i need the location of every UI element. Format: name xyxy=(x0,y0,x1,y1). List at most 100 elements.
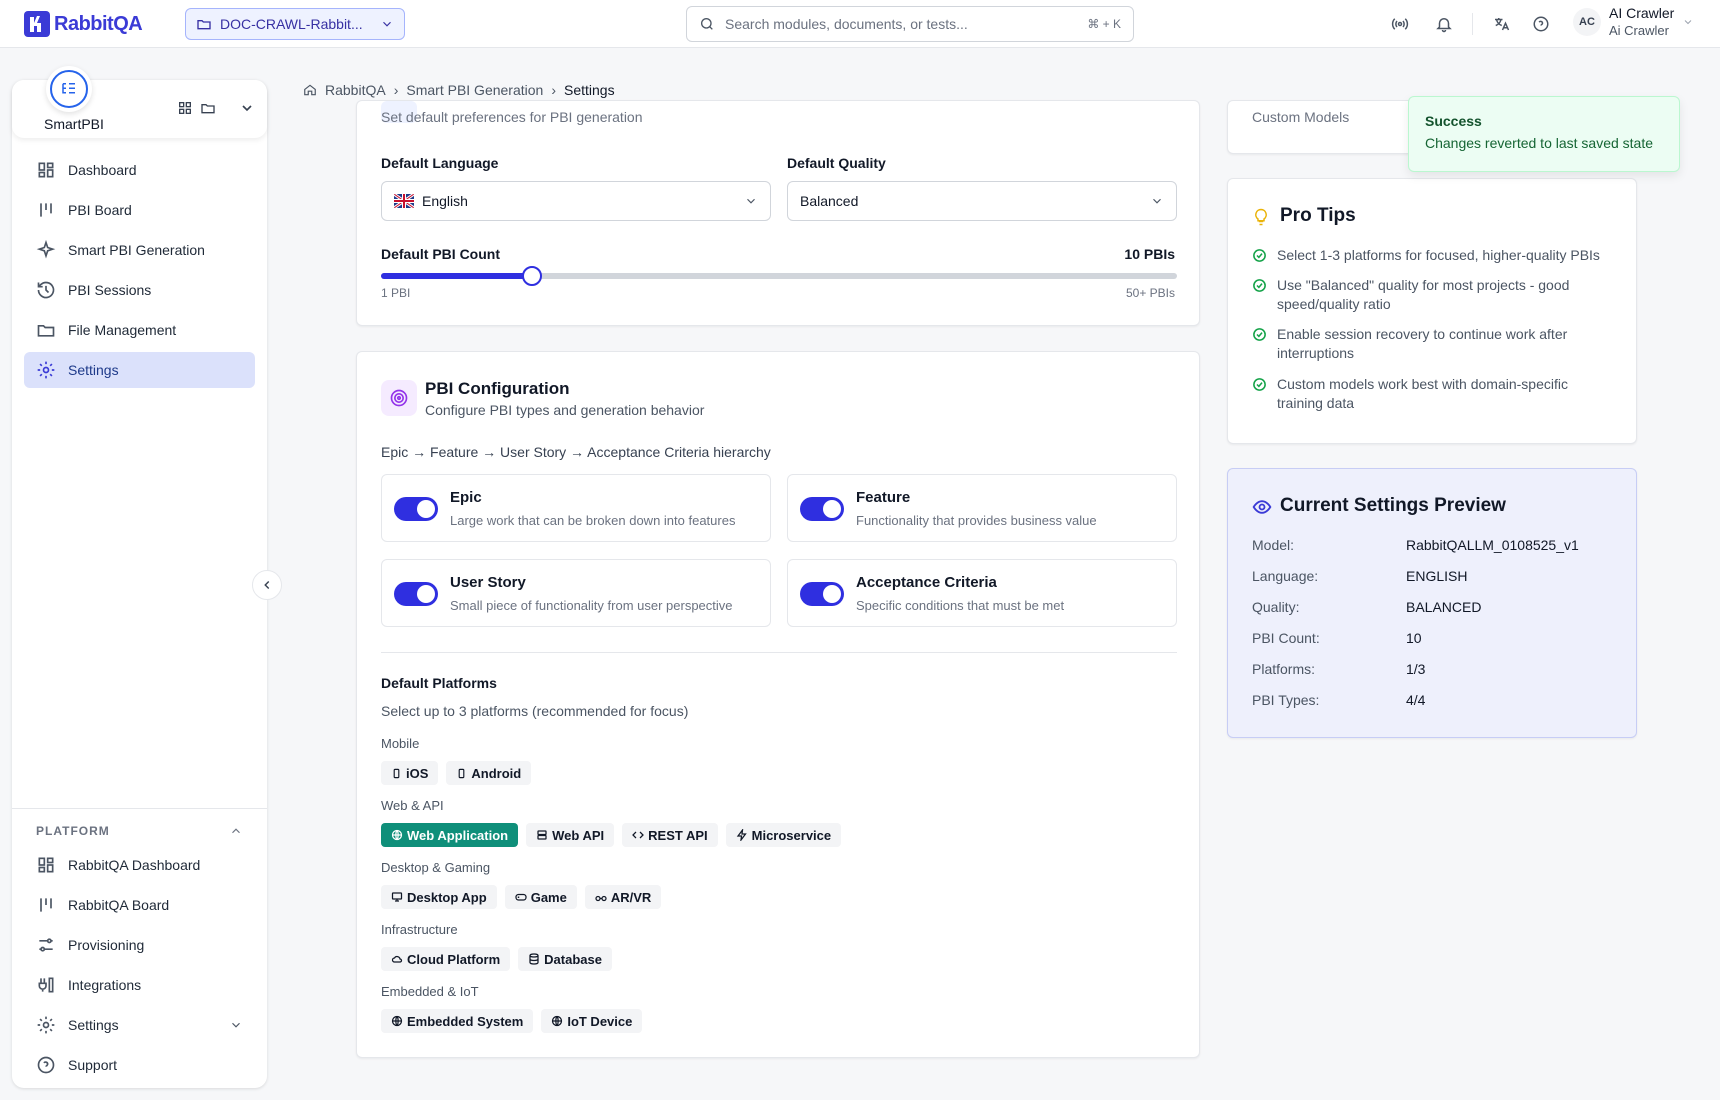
chevron-down-icon xyxy=(232,1022,240,1028)
user-story-toggle[interactable] xyxy=(394,582,438,606)
sidebar-item-support[interactable]: Support xyxy=(24,1047,255,1083)
tip-item: Custom models work best with domain-spec… xyxy=(1252,375,1612,413)
chip-label: Web Application xyxy=(407,827,509,843)
dashboard-icon xyxy=(38,857,54,873)
preview-value: 1/3 xyxy=(1406,661,1426,677)
gear-icon xyxy=(37,361,55,379)
module-switcher: SmartPBI xyxy=(12,66,267,138)
sidebar-item-settings[interactable]: Settings xyxy=(24,352,255,388)
phone-icon xyxy=(393,768,400,778)
sidebar-item-pbi-board[interactable]: PBI Board xyxy=(24,192,255,228)
user-name: AI Crawler xyxy=(1609,5,1675,21)
sidebar-item-dashboard[interactable]: Dashboard xyxy=(24,152,255,188)
sidebar-item-label: Integrations xyxy=(68,977,142,993)
slider-min-label: 1 PBI xyxy=(381,286,411,300)
feature-toggle[interactable] xyxy=(800,497,844,521)
sidebar-item-platform-settings[interactable]: Settings xyxy=(24,1007,255,1043)
language-select[interactable]: English xyxy=(381,181,771,221)
translate-icon[interactable] xyxy=(1489,12,1513,36)
breadcrumb-separator: › xyxy=(393,82,399,98)
collapse-sidebar-button[interactable] xyxy=(252,570,282,600)
server-icon xyxy=(537,830,547,840)
grid-icon[interactable] xyxy=(177,100,193,116)
platform-chip-cloud-platform[interactable]: Cloud Platform xyxy=(381,947,511,971)
sidebar-item-label: Settings xyxy=(68,1017,119,1033)
success-toast[interactable]: Success Changes reverted to last saved s… xyxy=(1408,96,1680,172)
top-bar: RabbitQA DOC-CRAWL-Rabbit... Search modu… xyxy=(0,0,1720,48)
quality-select[interactable]: Balanced xyxy=(787,181,1177,221)
project-selector[interactable]: DOC-CRAWL-Rabbit... xyxy=(185,8,405,40)
platform-chip-database[interactable]: Database xyxy=(518,947,612,971)
chevron-down-icon xyxy=(383,21,391,27)
platform-chip-game[interactable]: Game xyxy=(504,885,577,909)
tip-item: Use "Balanced" quality for most projects… xyxy=(1252,276,1612,314)
epic-toggle[interactable] xyxy=(394,497,438,521)
quality-label: Default Quality xyxy=(787,155,886,171)
sidebar-item-label: Smart PBI Generation xyxy=(68,242,205,258)
preview-key: PBI Count: xyxy=(1252,630,1320,646)
platform-chip-ios[interactable]: iOS xyxy=(381,761,439,785)
platforms-title: Default Platforms xyxy=(381,675,497,691)
chip-label: Cloud Platform xyxy=(407,951,501,967)
quality-value: Balanced xyxy=(800,193,859,209)
generation-defaults-card: Set default preferences for PBI generati… xyxy=(356,100,1200,326)
check-circle-icon xyxy=(1253,279,1266,292)
language-value: English xyxy=(422,193,468,209)
platform-chip-embedded-system[interactable]: Embedded System xyxy=(381,1009,534,1033)
platform-group-label: Web & API xyxy=(381,798,444,813)
sidebar-item-integrations[interactable]: Integrations xyxy=(24,967,255,1003)
platform-chip-desktop-app[interactable]: Desktop App xyxy=(381,885,497,909)
pro-tips-title: Pro Tips xyxy=(1280,205,1356,226)
sidebar-item-smart-pbi-generation[interactable]: Smart PBI Generation xyxy=(24,232,255,268)
avatar: AC xyxy=(1573,8,1601,36)
platform-chip-microservice[interactable]: Microservice xyxy=(725,823,842,847)
search-input[interactable]: Search modules, documents, or tests... ⌘… xyxy=(686,6,1134,42)
broadcast-icon[interactable] xyxy=(1388,12,1412,36)
preview-value: BALANCED xyxy=(1406,599,1482,615)
platform-chip-iot-device[interactable]: IoT Device xyxy=(541,1009,643,1033)
folder-open-icon[interactable] xyxy=(199,100,217,116)
help-icon[interactable] xyxy=(1529,12,1553,36)
chevron-down-icon xyxy=(1685,20,1692,25)
slider-thumb[interactable] xyxy=(522,266,543,286)
globe-icon xyxy=(552,1015,563,1027)
app-logo[interactable]: RabbitQA xyxy=(24,11,143,37)
pbi-type-acceptance-criteria: Acceptance Criteria Specific conditions … xyxy=(787,559,1177,627)
breadcrumb-home[interactable]: RabbitQA xyxy=(325,82,386,98)
sparkle-icon xyxy=(36,240,56,259)
platform-heading[interactable]: PLATFORM xyxy=(12,821,267,841)
sidebar-item-provisioning[interactable]: Provisioning xyxy=(24,927,255,963)
bell-icon[interactable] xyxy=(1432,12,1456,36)
pbi-type-desc: Small piece of functionality from user p… xyxy=(450,598,733,613)
rabbit-logo-icon xyxy=(24,11,50,37)
platform-chip-web-application[interactable]: Web Application xyxy=(381,823,519,847)
sidebar-item-pbi-sessions[interactable]: PBI Sessions xyxy=(24,272,255,308)
platform-chip-rest-api[interactable]: REST API xyxy=(622,823,718,847)
platform-chip-ar-vr[interactable]: AR/VR xyxy=(584,885,662,909)
gear-icon xyxy=(37,1016,55,1034)
breadcrumb-section[interactable]: Smart PBI Generation xyxy=(406,82,543,98)
platform-group-label: Infrastructure xyxy=(381,922,458,937)
breadcrumb-separator: › xyxy=(551,82,556,98)
cloud-icon xyxy=(391,955,403,963)
pbi-count-slider[interactable] xyxy=(381,266,1177,286)
platform-chip-web-api[interactable]: Web API xyxy=(526,823,615,847)
sidebar-item-file-management[interactable]: File Management xyxy=(24,312,255,348)
platform-chip-android[interactable]: Android xyxy=(446,761,532,785)
sliders-icon xyxy=(39,938,53,952)
lightbulb-icon xyxy=(1255,208,1267,226)
platform-group-embedded: Embedded System IoT Device xyxy=(381,1009,643,1033)
history-icon xyxy=(37,281,55,299)
chip-label: Desktop App xyxy=(407,889,487,905)
check-circle-icon xyxy=(1253,328,1266,341)
app-name: RabbitQA xyxy=(54,12,143,35)
user-menu[interactable]: AC AI Crawler Ai Crawler xyxy=(1573,4,1694,40)
acceptance-criteria-toggle[interactable] xyxy=(800,582,844,606)
sidebar-item-rabbitqa-dashboard[interactable]: RabbitQA Dashboard xyxy=(24,847,255,883)
preview-key: Language: xyxy=(1252,568,1319,584)
platforms-subtitle: Select up to 3 platforms (recommended fo… xyxy=(381,703,689,719)
tip-text: Select 1-3 platforms for focused, higher… xyxy=(1277,247,1600,263)
sidebar-item-rabbitqa-board[interactable]: RabbitQA Board xyxy=(24,887,255,923)
chip-label: IoT Device xyxy=(567,1013,633,1029)
chevron-down-icon[interactable] xyxy=(239,100,255,116)
